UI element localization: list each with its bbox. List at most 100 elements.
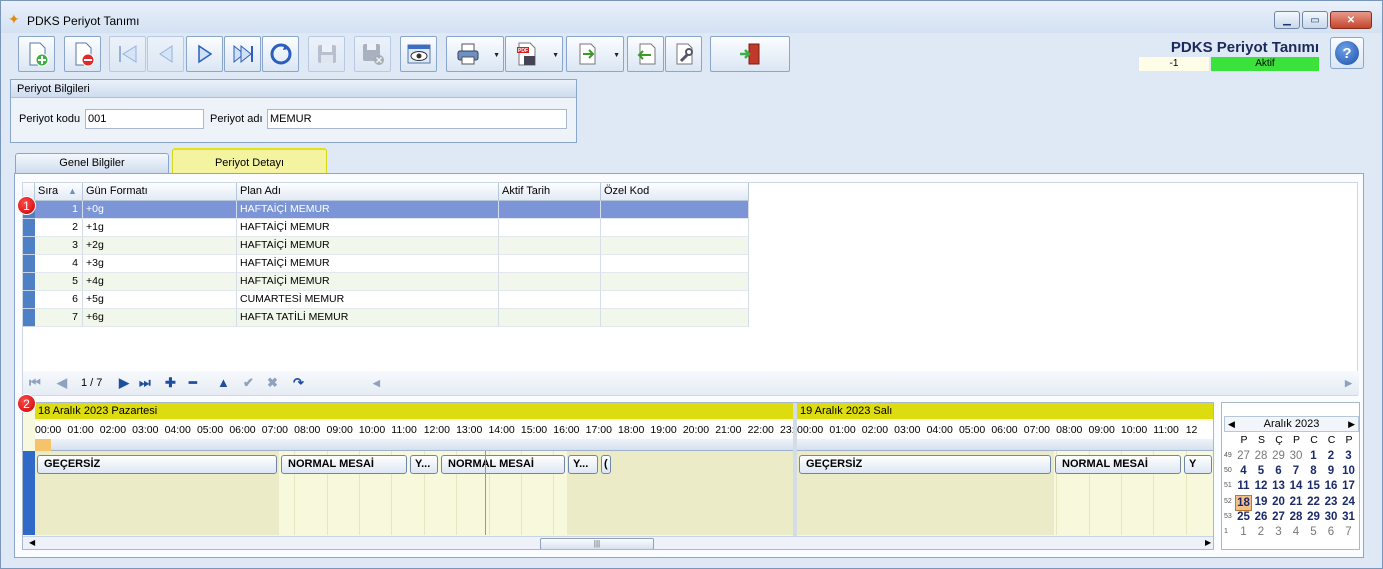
cell-plan[interactable]: HAFTAİÇİ MEMUR <box>237 219 499 237</box>
calendar-day[interactable]: 30 <box>1288 449 1305 463</box>
cell-gun[interactable]: +4g <box>83 273 237 291</box>
appt-gecersiz-2[interactable]: GEÇERSİZ <box>799 455 1051 474</box>
cell-aktif[interactable] <box>499 255 601 273</box>
exit-button[interactable] <box>710 36 790 72</box>
scheduler-hscrollbar[interactable]: ◀ ||| ▶ <box>23 536 1213 549</box>
cell-aktif[interactable] <box>499 309 601 327</box>
previous-record-button[interactable] <box>147 36 184 72</box>
prev-month-icon[interactable]: ◀ <box>1228 417 1235 431</box>
new-button[interactable] <box>18 36 55 72</box>
scroll-left-icon[interactable]: ◀ <box>373 378 380 389</box>
cell-gun[interactable]: +1g <box>83 219 237 237</box>
cancel-save-button[interactable] <box>354 36 391 72</box>
next-month-icon[interactable]: ▶ <box>1348 417 1355 431</box>
cell-aktif[interactable] <box>499 237 601 255</box>
table-row[interactable]: 4 +3g HAFTAİÇİ MEMUR <box>23 255 749 273</box>
cell-plan[interactable]: HAFTAİÇİ MEMUR <box>237 237 499 255</box>
calendar-day[interactable]: 2 <box>1253 525 1270 539</box>
appt-partial[interactable]: ( <box>601 455 611 474</box>
pdf-dropdown-arrow-icon[interactable]: ▼ <box>552 52 559 59</box>
calendar-day[interactable]: 2 <box>1323 449 1340 463</box>
table-row[interactable]: 2 +1g HAFTAİÇİ MEMUR <box>23 219 749 237</box>
calendar-day[interactable]: 16 <box>1323 479 1340 493</box>
calendar-day[interactable]: 1 <box>1305 449 1322 463</box>
cell-gun[interactable]: +5g <box>83 291 237 309</box>
calendar-day[interactable]: 8 <box>1305 464 1322 478</box>
row-indicator[interactable] <box>23 219 35 237</box>
appt-y-3[interactable]: Y <box>1184 455 1212 474</box>
calendar-day[interactable]: 31 <box>1340 510 1357 524</box>
cell-ozel[interactable] <box>601 219 749 237</box>
calendar-day[interactable]: 27 <box>1270 510 1287 524</box>
calendar-day[interactable]: 27 <box>1235 449 1252 463</box>
appt-normal-mesai-2[interactable]: NORMAL MESAİ <box>441 455 565 474</box>
nav-last-icon[interactable]: ⏭ <box>139 375 151 391</box>
calendar-day[interactable]: 5 <box>1305 525 1322 539</box>
cell-gun[interactable]: +2g <box>83 237 237 255</box>
cell-plan[interactable]: HAFTA TATİLİ MEMUR <box>237 309 499 327</box>
cell-ozel[interactable] <box>601 255 749 273</box>
calendar-day[interactable]: 17 <box>1340 479 1357 493</box>
calendar-day[interactable]: 6 <box>1323 525 1340 539</box>
cell-ozel[interactable] <box>601 309 749 327</box>
calendar-day[interactable]: 28 <box>1288 510 1305 524</box>
cell-plan[interactable]: HAFTAİÇİ MEMUR <box>237 273 499 291</box>
calendar-day[interactable]: 4 <box>1288 525 1305 539</box>
calendar-day[interactable]: 28 <box>1253 449 1270 463</box>
cell-sira[interactable]: 4 <box>35 255 83 273</box>
table-row[interactable]: 7 +6g HAFTA TATİLİ MEMUR <box>23 309 749 327</box>
calendar-day[interactable]: 22 <box>1305 495 1322 509</box>
cell-aktif[interactable] <box>499 273 601 291</box>
appt-y-2[interactable]: Y... <box>568 455 598 474</box>
calendar-day[interactable]: 11 <box>1235 479 1252 493</box>
calendar-day[interactable]: 30 <box>1323 510 1340 524</box>
tab-period-detail[interactable]: Periyot Detayı <box>172 148 327 174</box>
calendar-day[interactable]: 23 <box>1323 495 1340 509</box>
calendar-day[interactable]: 7 <box>1288 464 1305 478</box>
minimize-button[interactable]: ▁ <box>1274 11 1300 29</box>
calendar-day[interactable]: 25 <box>1235 510 1252 524</box>
table-row[interactable]: 6 +5g CUMARTESİ MEMUR <box>23 291 749 309</box>
calendar-day[interactable]: 9 <box>1323 464 1340 478</box>
cell-aktif[interactable] <box>499 291 601 309</box>
cell-aktif[interactable] <box>499 219 601 237</box>
cell-sira[interactable]: 1 <box>35 201 83 219</box>
row-indicator[interactable] <box>23 309 35 327</box>
calendar-day[interactable]: 29 <box>1305 510 1322 524</box>
export-dropdown-arrow-icon[interactable]: ▼ <box>613 52 620 59</box>
period-name-field[interactable]: MEMUR <box>267 109 567 129</box>
nav-refresh-icon[interactable]: ↷ <box>293 375 304 391</box>
refresh-button[interactable] <box>262 36 299 72</box>
row-indicator[interactable] <box>23 237 35 255</box>
calendar-day[interactable]: 19 <box>1253 495 1270 509</box>
calendar-day[interactable]: 6 <box>1270 464 1287 478</box>
close-window-button[interactable]: ✕ <box>1330 11 1372 29</box>
col-header-aktif-tarih[interactable]: Aktif Tarih <box>499 183 601 201</box>
cell-gun[interactable]: +6g <box>83 309 237 327</box>
row-indicator[interactable] <box>23 273 35 291</box>
row-indicator[interactable] <box>23 291 35 309</box>
calendar-day[interactable]: 3 <box>1340 449 1357 463</box>
cell-plan[interactable]: CUMARTESİ MEMUR <box>237 291 499 309</box>
calendar-day[interactable]: 24 <box>1340 495 1357 509</box>
last-record-button[interactable] <box>224 36 261 72</box>
maximize-button[interactable]: ▭ <box>1302 11 1328 29</box>
cell-ozel[interactable] <box>601 273 749 291</box>
cell-ozel[interactable] <box>601 201 749 219</box>
calendar-day[interactable]: 1 <box>1235 525 1252 539</box>
cell-ozel[interactable] <box>601 291 749 309</box>
import-button[interactable] <box>627 36 664 72</box>
cell-gun[interactable]: +3g <box>83 255 237 273</box>
tools-button[interactable] <box>665 36 702 72</box>
calendar-day[interactable]: 15 <box>1305 479 1322 493</box>
cell-aktif[interactable] <box>499 201 601 219</box>
nav-first-icon[interactable]: ⏮ <box>29 375 41 391</box>
scroll-right-icon[interactable]: ▶ <box>1345 378 1352 389</box>
cell-ozel[interactable] <box>601 237 749 255</box>
nav-cancel-icon[interactable]: ✖ <box>267 375 278 391</box>
save-button[interactable] <box>308 36 345 72</box>
calendar-day[interactable]: 18 <box>1235 494 1252 511</box>
period-code-field[interactable]: 001 <box>85 109 204 129</box>
preview-button[interactable] <box>400 36 437 72</box>
cell-sira[interactable]: 6 <box>35 291 83 309</box>
